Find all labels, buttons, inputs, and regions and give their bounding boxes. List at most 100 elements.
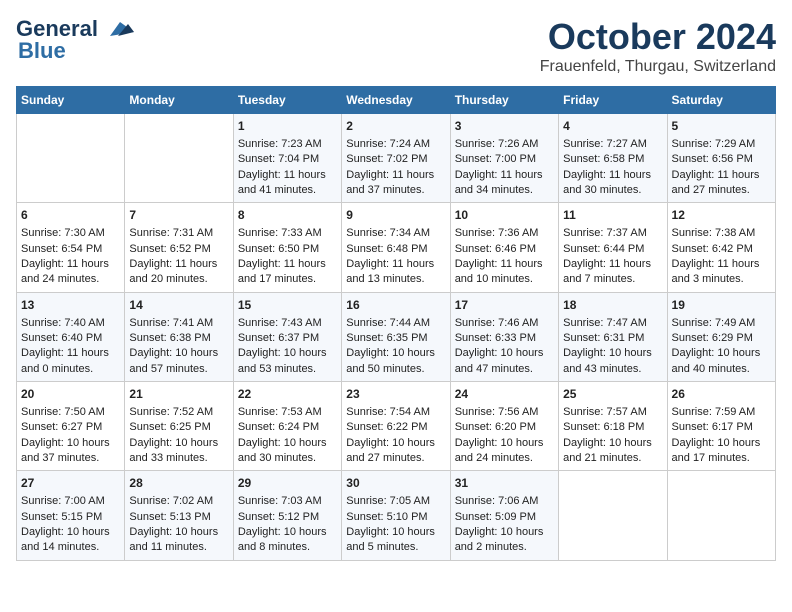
sunrise-text: Sunrise: 7:52 AM (129, 405, 228, 420)
calendar-cell: 14Sunrise: 7:41 AMSunset: 6:38 PMDayligh… (125, 292, 233, 381)
calendar-cell: 22Sunrise: 7:53 AMSunset: 6:24 PMDayligh… (233, 382, 341, 471)
sunrise-text: Sunrise: 7:44 AM (346, 316, 445, 331)
calendar-cell: 25Sunrise: 7:57 AMSunset: 6:18 PMDayligh… (559, 382, 667, 471)
daylight-text: Daylight: 10 hours and 50 minutes. (346, 346, 445, 377)
sunrise-text: Sunrise: 7:23 AM (238, 137, 337, 152)
calendar-table: SundayMondayTuesdayWednesdayThursdayFrid… (16, 86, 776, 561)
sunrise-text: Sunrise: 7:56 AM (455, 405, 554, 420)
daylight-text: Daylight: 11 hours and 7 minutes. (563, 257, 662, 288)
day-number: 18 (563, 297, 662, 314)
weekday-header-tuesday: Tuesday (233, 87, 341, 114)
day-number: 10 (455, 207, 554, 224)
calendar-cell (17, 114, 125, 203)
calendar-cell: 1Sunrise: 7:23 AMSunset: 7:04 PMDaylight… (233, 114, 341, 203)
sunset-text: Sunset: 6:17 PM (672, 420, 771, 435)
daylight-text: Daylight: 10 hours and 14 minutes. (21, 525, 120, 556)
sunset-text: Sunset: 6:29 PM (672, 331, 771, 346)
sunset-text: Sunset: 6:38 PM (129, 331, 228, 346)
sunrise-text: Sunrise: 7:37 AM (563, 226, 662, 241)
sunset-text: Sunset: 6:50 PM (238, 242, 337, 257)
calendar-cell: 27Sunrise: 7:00 AMSunset: 5:15 PMDayligh… (17, 471, 125, 560)
calendar-cell: 21Sunrise: 7:52 AMSunset: 6:25 PMDayligh… (125, 382, 233, 471)
calendar-cell: 17Sunrise: 7:46 AMSunset: 6:33 PMDayligh… (450, 292, 558, 381)
weekday-header-wednesday: Wednesday (342, 87, 450, 114)
sunrise-text: Sunrise: 7:31 AM (129, 226, 228, 241)
calendar-cell: 29Sunrise: 7:03 AMSunset: 5:12 PMDayligh… (233, 471, 341, 560)
sunrise-text: Sunrise: 7:49 AM (672, 316, 771, 331)
daylight-text: Daylight: 11 hours and 3 minutes. (672, 257, 771, 288)
calendar-cell (559, 471, 667, 560)
sunset-text: Sunset: 5:12 PM (238, 510, 337, 525)
sunrise-text: Sunrise: 7:06 AM (455, 494, 554, 509)
calendar-cell (667, 471, 775, 560)
day-number: 14 (129, 297, 228, 314)
day-number: 11 (563, 207, 662, 224)
day-number: 20 (21, 386, 120, 403)
sunrise-text: Sunrise: 7:29 AM (672, 137, 771, 152)
calendar-week-3: 13Sunrise: 7:40 AMSunset: 6:40 PMDayligh… (17, 292, 776, 381)
sunrise-text: Sunrise: 7:59 AM (672, 405, 771, 420)
daylight-text: Daylight: 10 hours and 21 minutes. (563, 436, 662, 467)
daylight-text: Daylight: 10 hours and 27 minutes. (346, 436, 445, 467)
logo-blue: Blue (18, 38, 66, 64)
sunrise-text: Sunrise: 7:33 AM (238, 226, 337, 241)
sunset-text: Sunset: 6:27 PM (21, 420, 120, 435)
day-number: 15 (238, 297, 337, 314)
sunrise-text: Sunrise: 7:43 AM (238, 316, 337, 331)
calendar-cell: 23Sunrise: 7:54 AMSunset: 6:22 PMDayligh… (342, 382, 450, 471)
day-number: 6 (21, 207, 120, 224)
daylight-text: Daylight: 11 hours and 0 minutes. (21, 346, 120, 377)
daylight-text: Daylight: 11 hours and 17 minutes. (238, 257, 337, 288)
sunrise-text: Sunrise: 7:36 AM (455, 226, 554, 241)
daylight-text: Daylight: 11 hours and 24 minutes. (21, 257, 120, 288)
calendar-cell: 2Sunrise: 7:24 AMSunset: 7:02 PMDaylight… (342, 114, 450, 203)
calendar-cell: 6 Sunrise: 7:30 AMSunset: 6:54 PMDaylight… (17, 203, 125, 292)
sunrise-text: Sunrise: 7:27 AM (563, 137, 662, 152)
sunrise-text: Sunrise: 7:24 AM (346, 137, 445, 152)
calendar-cell: 11Sunrise: 7:37 AMSunset: 6:44 PMDayligh… (559, 203, 667, 292)
day-number: 23 (346, 386, 445, 403)
day-number: 25 (563, 386, 662, 403)
weekday-header-saturday: Saturday (667, 87, 775, 114)
calendar-cell: 13Sunrise: 7:40 AMSunset: 6:40 PMDayligh… (17, 292, 125, 381)
daylight-text: Daylight: 11 hours and 37 minutes. (346, 168, 445, 199)
sunset-text: Sunset: 6:58 PM (563, 152, 662, 167)
weekday-header-row: SundayMondayTuesdayWednesdayThursdayFrid… (17, 87, 776, 114)
sunrise-text: Sunrise: 7:03 AM (238, 494, 337, 509)
day-number: 7 (129, 207, 228, 224)
sunset-text: Sunset: 6:46 PM (455, 242, 554, 257)
sunrise-text: Sunrise: 7:30 AM (21, 226, 120, 241)
calendar-cell: 8 Sunrise: 7:33 AMSunset: 6:50 PMDaylight… (233, 203, 341, 292)
sunset-text: Sunset: 6:42 PM (672, 242, 771, 257)
daylight-text: Daylight: 10 hours and 24 minutes. (455, 436, 554, 467)
daylight-text: Daylight: 10 hours and 40 minutes. (672, 346, 771, 377)
sunrise-text: Sunrise: 7:40 AM (21, 316, 120, 331)
calendar-cell: 9Sunrise: 7:34 AMSunset: 6:48 PMDaylight… (342, 203, 450, 292)
day-number: 28 (129, 475, 228, 492)
sunrise-text: Sunrise: 7:54 AM (346, 405, 445, 420)
day-number: 8 (238, 207, 337, 224)
sunset-text: Sunset: 6:40 PM (21, 331, 120, 346)
day-number: 4 (563, 118, 662, 135)
calendar-cell: 18Sunrise: 7:47 AMSunset: 6:31 PMDayligh… (559, 292, 667, 381)
day-number: 22 (238, 386, 337, 403)
month-title: October 2024 (540, 16, 776, 58)
sunrise-text: Sunrise: 7:00 AM (21, 494, 120, 509)
sunset-text: Sunset: 7:02 PM (346, 152, 445, 167)
sunset-text: Sunset: 6:33 PM (455, 331, 554, 346)
sunset-text: Sunset: 6:54 PM (21, 242, 120, 257)
daylight-text: Daylight: 11 hours and 20 minutes. (129, 257, 228, 288)
sunset-text: Sunset: 6:52 PM (129, 242, 228, 257)
calendar-cell: 20Sunrise: 7:50 AMSunset: 6:27 PMDayligh… (17, 382, 125, 471)
daylight-text: Daylight: 11 hours and 27 minutes. (672, 168, 771, 199)
day-number: 9 (346, 207, 445, 224)
day-number: 27 (21, 475, 120, 492)
daylight-text: Daylight: 11 hours and 10 minutes. (455, 257, 554, 288)
day-number: 30 (346, 475, 445, 492)
day-number: 16 (346, 297, 445, 314)
daylight-text: Daylight: 10 hours and 8 minutes. (238, 525, 337, 556)
daylight-text: Daylight: 10 hours and 57 minutes. (129, 346, 228, 377)
day-number: 1 (238, 118, 337, 135)
daylight-text: Daylight: 11 hours and 13 minutes. (346, 257, 445, 288)
calendar-cell: 31Sunrise: 7:06 AMSunset: 5:09 PMDayligh… (450, 471, 558, 560)
